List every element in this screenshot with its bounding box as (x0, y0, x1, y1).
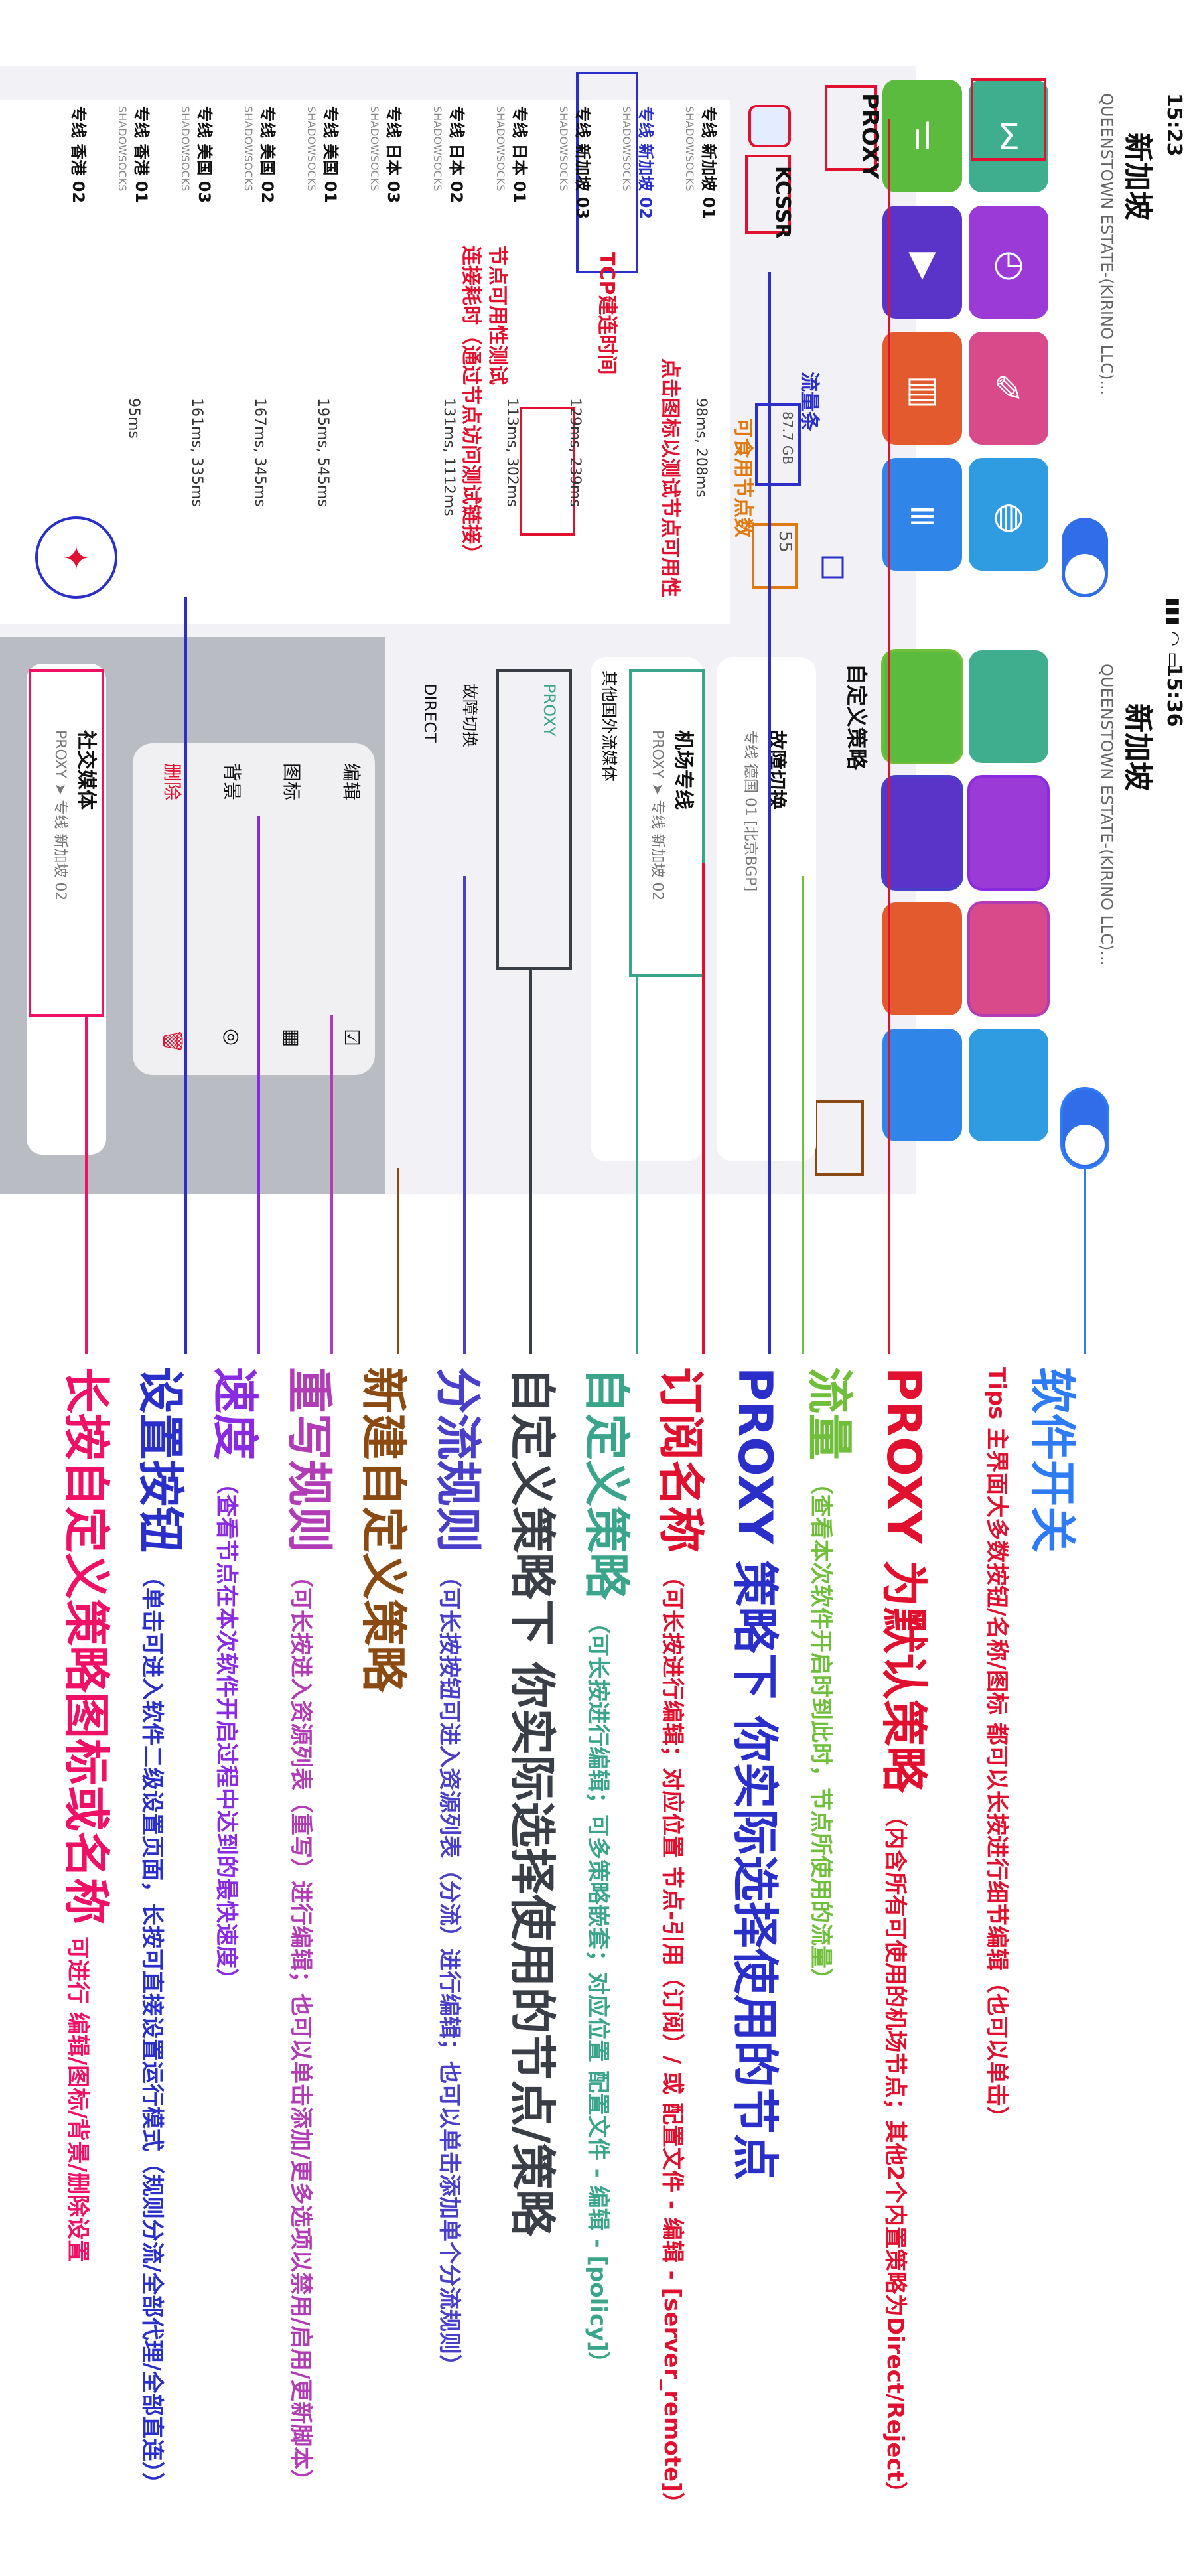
legend-line: 软件开关 (1022, 1367, 1089, 1553)
legend-line: 自定义策略 （可长按进行编辑；可多策略嵌套；对应位置 配置文件 - 编辑 - [p… (577, 1367, 644, 2374)
legend-title: 设置按钮 (133, 1367, 188, 1553)
legend-description: （查看本次软件开启时到此时，节点所使用的流量） (807, 1472, 834, 1991)
legend-line: 分流规则 （可长按按钮可进入资源列表（分流）进行编辑；也可以单击添加单个分流规则） (428, 1367, 495, 2377)
legend-title: 长按自定义策略图标或名称 (59, 1367, 113, 1924)
legend-title: 自定义策略下 你实际选择使用的节点/策略 (505, 1367, 559, 2236)
legend-title: PROXY 为默认策略 (876, 1367, 931, 1793)
screenshot-canvas: 15:23 ▮▮▮ ◠ ▭ 新加坡 QUEENSTOWN ESTATE-(KIR… (0, 0, 1189, 2573)
legend-line: 自定义策略下 你实际选择使用的节点/策略 (502, 1367, 569, 2236)
legend-title: PROXY 策略下 你实际选择使用的节点 (728, 1367, 782, 2181)
legend-line: Tips 主界面大多数按钮/名称/图标 都可以长按进行细节编辑（也可以单击） (983, 1367, 1015, 2129)
legend-line: PROXY 为默认策略 （内含所有可使用的机场节点；其他2个内置策略为Direct… (874, 1367, 941, 2504)
legend-line: 订阅名称 （可长按进行编辑；对应位置 节点-引用（订阅）/ 或 配置文件 - 编辑… (651, 1367, 718, 2515)
legend-description: （单击可进入软件二级设置页面，长按可直接设置运行模式（规则分流/全部代理/全部直… (139, 1565, 165, 2495)
legend-description: （可长按进入资源列表（重写）进行编辑；也可以单击添加/更多选项以禁用/启用/更新… (287, 1565, 314, 2492)
legend-description: （可长按进行编辑；对应位置 节点-引用（订阅）/ 或 配置文件 - 编辑 - [… (659, 1565, 685, 2515)
legend-title: 订阅名称 (654, 1367, 708, 1553)
legend-line: PROXY 策略下 你实际选择使用的节点 (725, 1367, 792, 2181)
legend-title: 流量 (802, 1367, 857, 1460)
legend-line: 新建自定义策略 (354, 1367, 421, 1692)
legend-title: 自定义策略 (579, 1367, 634, 1599)
legend-line: 设置按钮 （单击可进入软件二级设置页面，长按可直接设置运行模式（规则分流/全部代理… (131, 1367, 198, 2495)
legend-description: （查看节点在本次软件开启过程中达到的最快速度） (213, 1472, 240, 1991)
legend-title: Tips 主界面大多数按钮/名称/图标 都可以长按进行细节编辑（也可以单击） (983, 1367, 1010, 2129)
legend-line: 长按自定义策略图标或名称可进行 编辑/图标/背景/删除设置 (56, 1367, 123, 2262)
legend-description: （可长按进行编辑；可多策略嵌套；对应位置 配置文件 - 编辑 - [policy… (585, 1611, 611, 2374)
legend-description: （可长按按钮可进入资源列表（分流）进行编辑；也可以单击添加单个分流规则） (436, 1565, 462, 2377)
legend-title: 软件开关 (1025, 1367, 1080, 1553)
legend-title: 新建自定义策略 (356, 1367, 411, 1692)
legend-area: 软件开关 Tips 主界面大多数按钮/名称/图标 都可以长按进行细节编辑（也可以单… (0, 0, 1189, 2573)
legend-line: 速度 （查看节点在本次软件开启过程中达到的最快速度） (205, 1367, 272, 1991)
legend-title: 速度 (208, 1367, 262, 1460)
legend-line: 流量 （查看本次软件开启时到此时，节点所使用的流量） (800, 1367, 867, 1991)
legend-title: 分流规则 (431, 1367, 485, 1553)
legend-title: 重写规则 (282, 1367, 336, 1553)
legend-line: 重写规则 （可长按进入资源列表（重写）进行编辑；也可以单击添加/更多选项以禁用/启… (279, 1367, 346, 2492)
legend-description: 可进行 编辑/图标/背景/删除设置 (64, 1936, 91, 2263)
legend-description: （内含所有可使用的机场节点；其他2个内置策略为Direct/Reject） (882, 1804, 908, 2504)
